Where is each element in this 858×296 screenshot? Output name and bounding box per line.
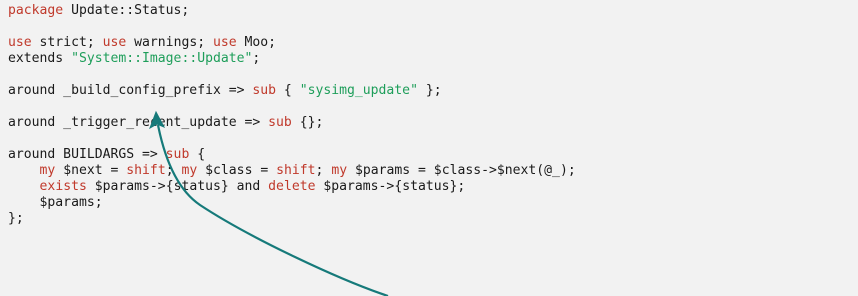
code-text: around BUILDARGS =>: [8, 147, 166, 162]
code-text: extends: [8, 51, 72, 66]
code-keyword: my: [39, 163, 56, 178]
code-keyword: my: [331, 163, 348, 178]
code-line: use strict; use warnings; use Moo;: [8, 35, 858, 51]
code-text: ;: [315, 163, 332, 178]
code-text: {: [189, 147, 206, 162]
code-text: around _trigger_recent_update =>: [8, 115, 269, 130]
code-text: {};: [291, 115, 324, 130]
code-line: package Update::Status;: [8, 3, 858, 19]
code-text: $params->{status} and: [86, 179, 269, 194]
code-text: ;: [252, 51, 261, 66]
code-text: $params->{status};: [315, 179, 466, 194]
code-line: around _trigger_recent_update => sub {};: [8, 115, 858, 131]
code-listing: package Update::Status; use strict; use …: [0, 0, 858, 296]
code-line: extends "System::Image::Update";: [8, 51, 858, 67]
code-text: Update::Status;: [63, 3, 190, 18]
code-keyword: sub: [268, 115, 292, 130]
code-keyword: shift: [126, 163, 166, 178]
code-keyword: package: [8, 3, 64, 18]
code-text: strict;: [31, 35, 103, 50]
code-keyword: use: [212, 35, 237, 50]
code-keyword: sub: [252, 83, 277, 98]
code-keyword: sub: [165, 147, 190, 162]
code-keyword: delete: [268, 179, 316, 194]
code-text: $class =: [197, 163, 277, 178]
code-line: $params;: [8, 195, 858, 211]
code-keyword: exists: [39, 179, 87, 194]
code-line: exists $params->{status} and delete $par…: [8, 179, 858, 195]
code-text: $next =: [55, 163, 127, 178]
code-text: warnings;: [126, 35, 213, 50]
code-text: $params;: [8, 195, 103, 210]
code-text: {: [276, 83, 300, 98]
code-text: };: [417, 83, 442, 98]
code-text: Moo;: [236, 35, 277, 50]
code-string: "System::Image::Update": [71, 51, 253, 66]
code-line: my $next = shift; my $class = shift; my …: [8, 163, 858, 179]
code-keyword: shift: [276, 163, 316, 178]
code-line: around _build_config_prefix => sub { "sy…: [8, 83, 858, 99]
code-line: };: [8, 211, 858, 227]
code-text: };: [8, 211, 24, 226]
code-keyword: use: [8, 35, 32, 50]
code-keyword: use: [102, 35, 127, 50]
code-keyword: my: [181, 163, 198, 178]
code-text: around _build_config_prefix =>: [8, 83, 253, 98]
code-text: ;: [165, 163, 182, 178]
code-string: "sysimg_update": [299, 83, 418, 98]
code-line: around BUILDARGS => sub {: [8, 147, 858, 163]
code-text: $params = $class->$next(@_);: [347, 163, 576, 178]
